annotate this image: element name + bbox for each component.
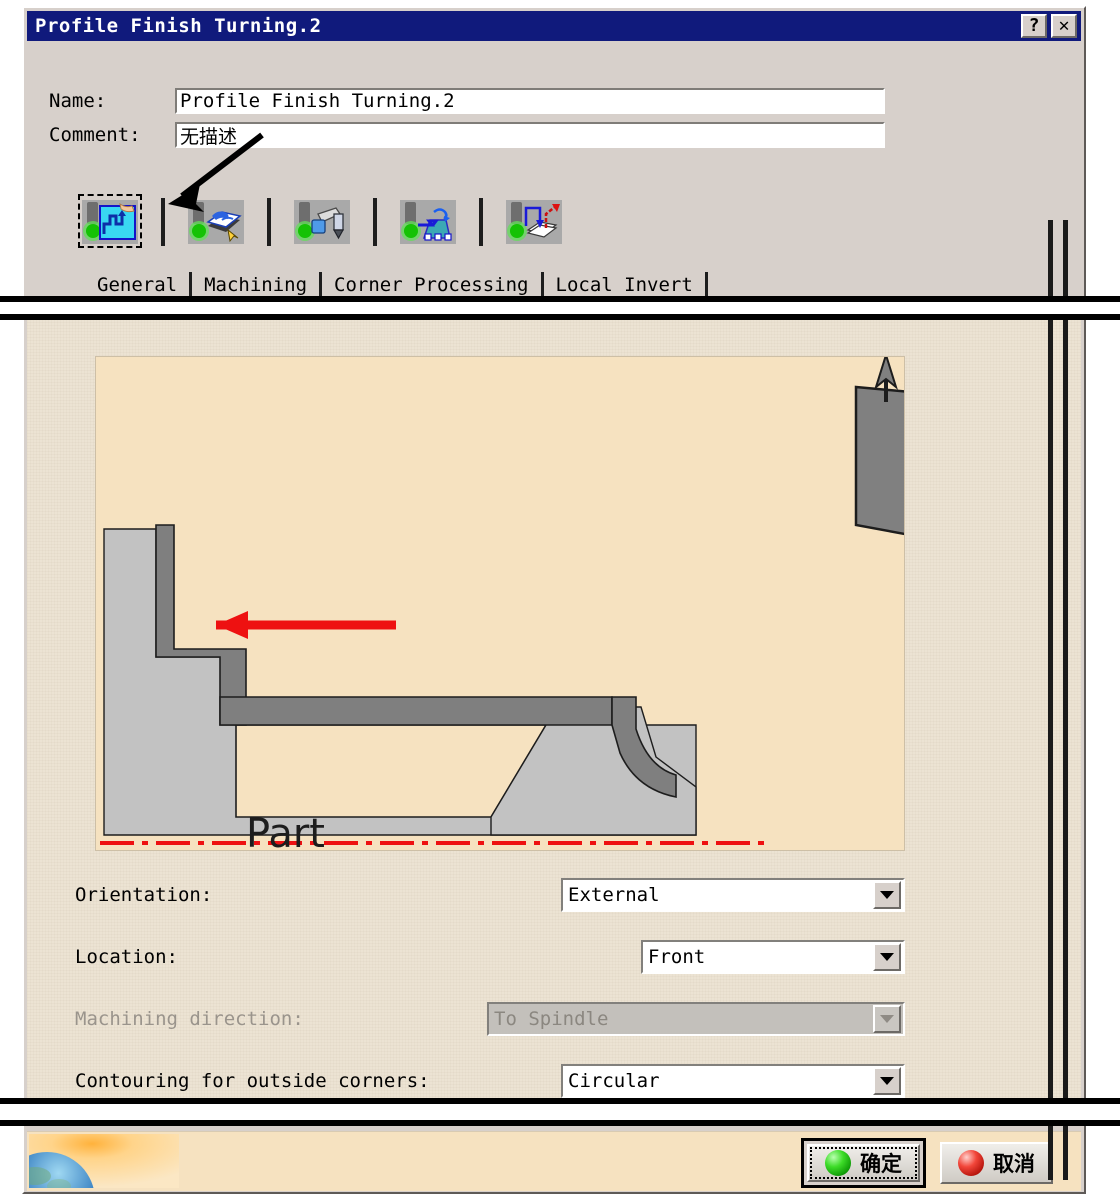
macros-icon — [506, 200, 562, 244]
strategy-icon — [82, 200, 138, 244]
machining-preview-diagram: Part — [95, 351, 923, 857]
icon-slot-tool[interactable] — [287, 194, 357, 250]
name-input[interactable]: Profile Finish Turning.2 — [175, 88, 885, 114]
footer-button-group: 确定 取消 — [801, 1138, 1053, 1188]
tab-strip: General Machining Corner Processing Loca… — [27, 272, 1081, 298]
machining-direction-label: Machining direction: — [75, 1008, 304, 1030]
contouring-select[interactable]: Circular — [561, 1064, 905, 1098]
orientation-label: Orientation: — [75, 884, 213, 906]
general-tab-panel: Part Orientation: External Location: Fro… — [27, 306, 1081, 1106]
tab-local-invert[interactable]: Local Invert — [544, 272, 705, 298]
image-splice-band-bottom — [0, 1098, 1120, 1126]
icon-separator — [161, 198, 165, 246]
part-label: Part — [246, 811, 325, 850]
orientation-value: External — [568, 884, 660, 906]
tab-machining[interactable]: Machining — [192, 272, 319, 298]
chevron-down-icon — [873, 1005, 901, 1033]
cancel-button[interactable]: 取消 — [940, 1142, 1053, 1184]
title-bar: Profile Finish Turning.2 ? ✕ — [27, 11, 1081, 41]
close-button[interactable]: ✕ — [1051, 14, 1077, 38]
comment-label: Comment: — [49, 124, 141, 146]
icon-slot-geometry[interactable] — [181, 194, 251, 250]
tab-corner-processing[interactable]: Corner Processing — [322, 272, 540, 298]
icon-slot-feeds-speeds[interactable] — [393, 194, 463, 250]
ok-button-default-frame: 确定 — [801, 1138, 926, 1188]
preview-svg: Part — [100, 351, 923, 857]
machining-direction-select: To Spindle — [487, 1002, 905, 1036]
contouring-value: Circular — [568, 1070, 660, 1092]
image-crop-mark-right — [1063, 220, 1068, 1180]
geometry-icon — [188, 200, 244, 244]
tab-general[interactable]: General — [85, 272, 189, 298]
page-icon-strip — [75, 194, 569, 250]
orientation-select[interactable]: External — [561, 878, 905, 912]
icon-slot-strategy[interactable] — [75, 194, 145, 250]
tool-symbol — [854, 351, 923, 539]
icon-separator — [479, 198, 483, 246]
name-label: Name: — [49, 90, 107, 112]
help-button[interactable]: ? — [1021, 14, 1047, 38]
location-value: Front — [648, 946, 706, 968]
window-title: Profile Finish Turning.2 — [35, 15, 322, 37]
location-select[interactable]: Front — [641, 940, 905, 974]
icon-separator — [373, 198, 377, 246]
cancel-sphere-icon — [958, 1150, 984, 1176]
chevron-down-icon[interactable] — [873, 1067, 901, 1095]
header-pane: Name: Profile Finish Turning.2 Comment: … — [27, 44, 1081, 306]
contouring-label: Contouring for outside corners: — [75, 1070, 430, 1092]
ok-sphere-icon — [825, 1150, 851, 1176]
dialog-footer: 确定 取消 — [27, 1131, 1081, 1191]
chevron-down-icon[interactable] — [873, 881, 901, 909]
name-row: Name: Profile Finish Turning.2 — [27, 86, 1081, 116]
icon-separator — [267, 198, 271, 246]
globe-icon — [29, 1134, 179, 1188]
location-label: Location: — [75, 946, 178, 968]
image-crop-mark-left — [1048, 220, 1053, 1180]
comment-row: Comment: 无描述 — [27, 120, 1081, 150]
orientation-row: Orientation: External — [27, 872, 1081, 918]
tool-icon — [294, 200, 350, 244]
image-splice-band-top — [0, 296, 1120, 320]
ok-button[interactable]: 确定 — [807, 1144, 920, 1182]
ok-button-label: 确定 — [860, 1152, 902, 1176]
feed-direction-arrow — [216, 611, 396, 639]
feeds-speeds-icon — [400, 200, 456, 244]
cut-band-shoulder — [219, 696, 613, 726]
location-row: Location: Front — [27, 934, 1081, 980]
tab-separator — [704, 272, 708, 298]
cancel-button-label: 取消 — [993, 1152, 1035, 1176]
icon-slot-macros[interactable] — [499, 194, 569, 250]
comment-input[interactable]: 无描述 — [175, 122, 885, 148]
dialog-window: Profile Finish Turning.2 ? ✕ Name: Profi… — [22, 6, 1086, 1194]
machining-direction-value: To Spindle — [494, 1008, 609, 1030]
chevron-down-icon[interactable] — [873, 943, 901, 971]
machining-direction-row: Machining direction: To Spindle — [27, 996, 1081, 1042]
dialog-body: Name: Profile Finish Turning.2 Comment: … — [27, 44, 1081, 1191]
